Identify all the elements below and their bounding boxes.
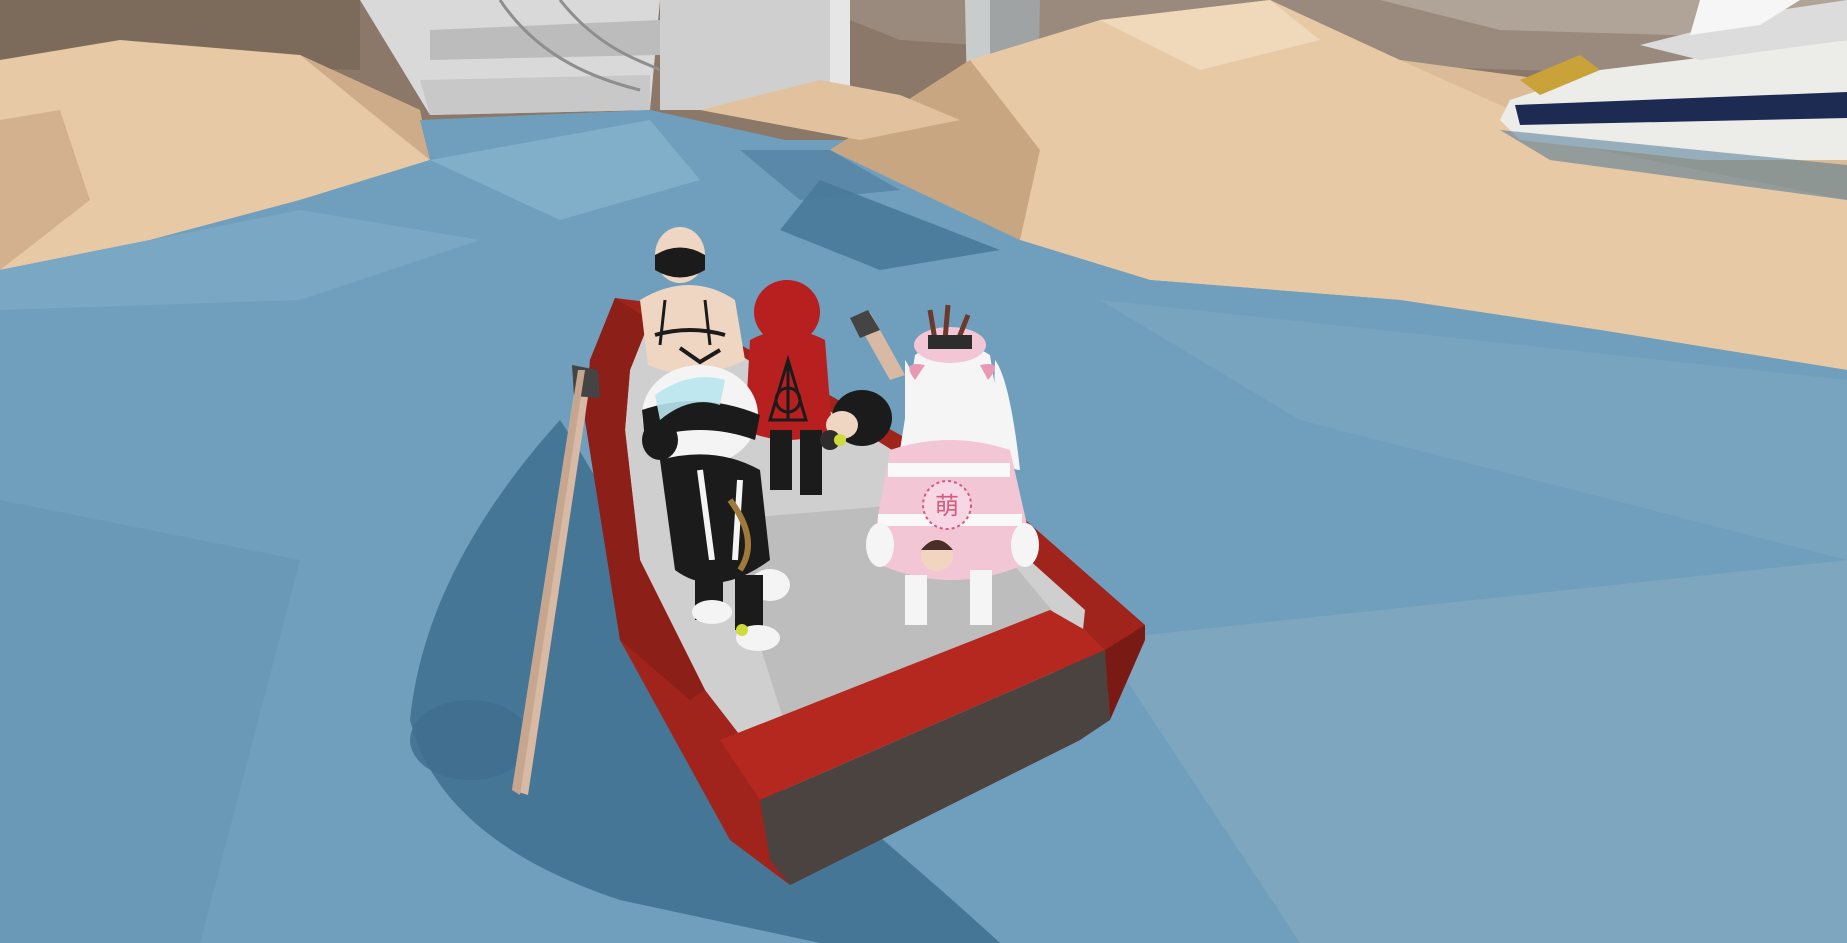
shirt-glyph: 萌 xyxy=(935,492,959,520)
game-viewport[interactable]: 萌 xyxy=(0,0,1847,943)
